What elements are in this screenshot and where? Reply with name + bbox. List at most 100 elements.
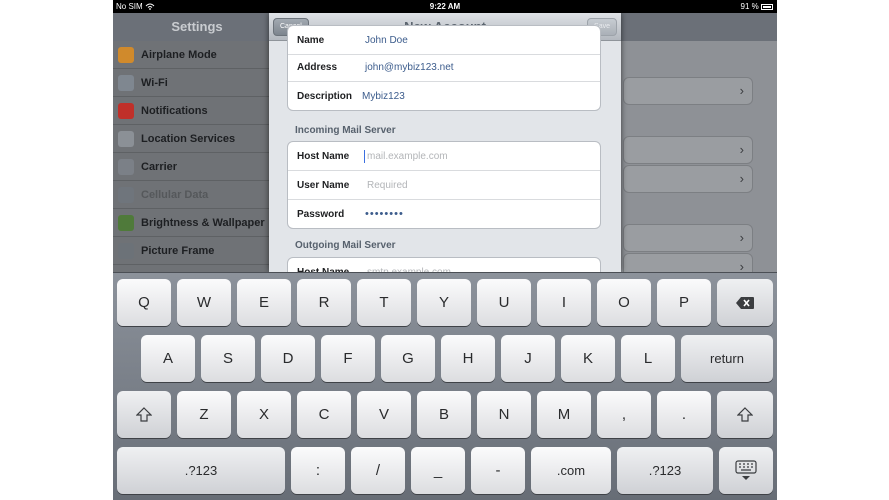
return-key[interactable]: return bbox=[681, 335, 773, 382]
settings-item-label: Wi-Fi bbox=[141, 77, 168, 89]
settings-item-carrier[interactable]: Carrier bbox=[113, 153, 281, 181]
detail-cell[interactable]: › bbox=[623, 224, 753, 252]
outgoing-host-input[interactable]: smtp.example.com bbox=[367, 258, 451, 272]
settings-item-label: Cellular Data bbox=[141, 189, 209, 201]
key-underscore[interactable]: _ bbox=[411, 447, 465, 494]
description-field[interactable]: Mybiz123 bbox=[362, 82, 405, 110]
key-period[interactable]: . bbox=[657, 391, 711, 438]
numbers-key-left[interactable]: .?123 bbox=[117, 447, 285, 494]
detail-cell[interactable]: › bbox=[623, 165, 753, 193]
backspace-icon bbox=[736, 296, 754, 309]
numbers-key-right[interactable]: .?123 bbox=[617, 447, 713, 494]
key-comma[interactable]: , bbox=[597, 391, 651, 438]
settings-item-picture-frame[interactable]: Picture Frame bbox=[113, 237, 281, 265]
key-z[interactable]: Z bbox=[177, 391, 231, 438]
settings-item-label: Notifications bbox=[141, 105, 208, 117]
shift-key-left[interactable] bbox=[117, 391, 171, 438]
address-label: Address bbox=[297, 62, 338, 73]
settings-item-wifi[interactable]: Wi-Fi bbox=[113, 69, 281, 97]
account-info-group: Name John Doe Address john@mybiz123.net … bbox=[287, 25, 601, 111]
description-row[interactable]: Description Mybiz123 bbox=[288, 82, 600, 110]
key-k[interactable]: K bbox=[561, 335, 615, 382]
settings-item-notifications[interactable]: Notifications bbox=[113, 97, 281, 125]
key-o[interactable]: O bbox=[597, 279, 651, 326]
incoming-server-header: Incoming Mail Server bbox=[295, 125, 396, 136]
key-j[interactable]: J bbox=[501, 335, 555, 382]
name-row[interactable]: Name John Doe bbox=[288, 26, 600, 55]
user-name-input[interactable]: Required bbox=[367, 171, 408, 200]
location-icon bbox=[118, 131, 134, 147]
key-p[interactable]: P bbox=[657, 279, 711, 326]
status-bar: No SIM 9:22 AM 91 % bbox=[113, 0, 777, 13]
battery-status: 91 % bbox=[741, 0, 773, 13]
key-x[interactable]: X bbox=[237, 391, 291, 438]
delete-key[interactable] bbox=[717, 279, 773, 326]
key-u[interactable]: U bbox=[477, 279, 531, 326]
keyboard-dismiss-icon bbox=[735, 459, 757, 480]
battery-icon bbox=[761, 4, 773, 10]
key-e[interactable]: E bbox=[237, 279, 291, 326]
settings-item-brightness[interactable]: Brightness & Wallpaper bbox=[113, 209, 281, 237]
shift-icon bbox=[737, 406, 753, 422]
key-b[interactable]: B bbox=[417, 391, 471, 438]
key-slash[interactable]: / bbox=[351, 447, 405, 494]
key-hyphen[interactable]: - bbox=[471, 447, 525, 494]
host-name-input[interactable]: mail.example.com bbox=[367, 142, 448, 171]
incoming-host-row[interactable]: Host Name mail.example.com bbox=[288, 142, 600, 171]
chevron-right-icon: › bbox=[739, 171, 744, 186]
chevron-right-icon: › bbox=[739, 230, 744, 245]
incoming-password-row[interactable]: Password •••••••• bbox=[288, 200, 600, 228]
clock: 9:22 AM bbox=[429, 2, 461, 11]
key-r[interactable]: R bbox=[297, 279, 351, 326]
new-account-modal: New Account Cancel Save Name John Doe Ad… bbox=[269, 13, 621, 272]
detail-cell[interactable]: › bbox=[623, 77, 753, 105]
address-row[interactable]: Address john@mybiz123.net bbox=[288, 53, 600, 82]
settings-item-label: Carrier bbox=[141, 161, 178, 173]
shift-icon bbox=[136, 406, 152, 422]
key-t[interactable]: T bbox=[357, 279, 411, 326]
incoming-user-row[interactable]: User Name Required bbox=[288, 171, 600, 200]
key-s[interactable]: S bbox=[201, 335, 255, 382]
picture-frame-icon bbox=[118, 243, 134, 259]
shift-key-right[interactable] bbox=[717, 391, 773, 438]
settings-sidebar: Settings Airplane Mode Wi-Fi Notificatio… bbox=[113, 13, 281, 272]
password-label: Password bbox=[297, 209, 345, 220]
detail-cell[interactable]: › bbox=[623, 136, 753, 164]
key-v[interactable]: V bbox=[357, 391, 411, 438]
key-q[interactable]: Q bbox=[117, 279, 171, 326]
notifications-icon bbox=[118, 103, 134, 119]
dotcom-key[interactable]: .com bbox=[531, 447, 611, 494]
description-label: Description bbox=[297, 91, 353, 102]
brightness-icon bbox=[118, 215, 134, 231]
key-f[interactable]: F bbox=[321, 335, 375, 382]
key-i[interactable]: I bbox=[537, 279, 591, 326]
key-g[interactable]: G bbox=[381, 335, 435, 382]
host-name-label: Host Name bbox=[297, 151, 350, 162]
key-n[interactable]: N bbox=[477, 391, 531, 438]
settings-item-label: Picture Frame bbox=[141, 245, 215, 257]
key-y[interactable]: Y bbox=[417, 279, 471, 326]
key-m[interactable]: M bbox=[537, 391, 591, 438]
settings-item-label: Brightness & Wallpaper bbox=[141, 217, 265, 229]
key-colon[interactable]: : bbox=[291, 447, 345, 494]
key-h[interactable]: H bbox=[441, 335, 495, 382]
settings-item-cellular: Cellular Data bbox=[113, 181, 281, 209]
key-d[interactable]: D bbox=[261, 335, 315, 382]
incoming-server-group: Host Name mail.example.com User Name Req… bbox=[287, 141, 601, 229]
dismiss-keyboard-key[interactable] bbox=[719, 447, 773, 494]
key-l[interactable]: L bbox=[621, 335, 675, 382]
airplane-icon bbox=[118, 47, 134, 63]
address-field[interactable]: john@mybiz123.net bbox=[365, 53, 454, 82]
key-w[interactable]: W bbox=[177, 279, 231, 326]
key-a[interactable]: A bbox=[141, 335, 195, 382]
name-field[interactable]: John Doe bbox=[365, 26, 408, 55]
text-cursor bbox=[364, 150, 365, 163]
outgoing-host-row[interactable]: Host Name smtp.example.com bbox=[288, 258, 600, 272]
settings-item-airplane[interactable]: Airplane Mode bbox=[113, 41, 281, 69]
settings-item-location[interactable]: Location Services bbox=[113, 125, 281, 153]
carrier-icon bbox=[118, 159, 134, 175]
password-field[interactable]: •••••••• bbox=[365, 200, 404, 228]
outgoing-server-header: Outgoing Mail Server bbox=[295, 240, 396, 251]
modal-form: Name John Doe Address john@mybiz123.net … bbox=[269, 25, 621, 272]
key-c[interactable]: C bbox=[297, 391, 351, 438]
